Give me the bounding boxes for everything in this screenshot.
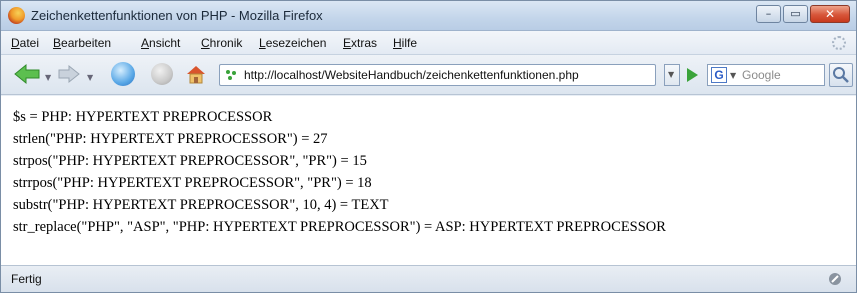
title-bar[interactable]: Zeichenkettenfunktionen von PHP - Mozill… — [1, 1, 856, 31]
menu-chronik[interactable]: Chronik — [201, 36, 242, 50]
menu-datei[interactable]: Datei — [11, 36, 39, 50]
menu-hilfe-label: ilfe — [401, 36, 418, 50]
menu-datei-accesskey: D — [11, 36, 20, 50]
menu-hilfe[interactable]: Hilfe — [393, 36, 417, 50]
search-button[interactable] — [829, 63, 853, 87]
magnifier-icon — [833, 67, 849, 83]
forward-arrow-icon[interactable] — [57, 63, 81, 85]
google-engine-icon[interactable]: G — [711, 67, 727, 83]
output-line: str_replace("PHP", "ASP", "PHP: HYPERTEX… — [13, 219, 666, 235]
output-line: strpos("PHP: HYPERTEXT PREPROCESSOR", "P… — [13, 153, 367, 169]
back-arrow-icon[interactable] — [13, 63, 41, 85]
menu-lesezeichen-label: esezeichen — [265, 36, 327, 50]
output-line: strrpos("PHP: HYPERTEXT PREPROCESSOR", "… — [13, 175, 372, 191]
back-history-dropdown-icon[interactable]: ▼ — [45, 73, 51, 82]
menu-lesezeichen-accesskey: L — [259, 36, 266, 50]
output-line: $s = PHP: HYPERTEXT PREPROCESSOR — [13, 109, 273, 125]
navigation-toolbar: ▼ ▼ http://localhost/WebsiteHandbuch/zei… — [1, 55, 856, 95]
menu-bar: Datei Bearbeiten Ansicht Chronik Lesezei… — [1, 31, 856, 55]
window-title: Zeichenkettenfunktionen von PHP - Mozill… — [31, 8, 323, 23]
firefox-logo-icon — [8, 7, 25, 24]
activity-throbber-icon — [832, 36, 846, 50]
menu-lesezeichen[interactable]: Lesezeichen — [259, 36, 326, 50]
minimize-button[interactable]: – — [756, 5, 781, 23]
menu-hilfe-accesskey: H — [393, 36, 402, 50]
menu-chronik-label: hronik — [209, 36, 243, 50]
menu-ansicht-accesskey: A — [141, 36, 150, 50]
minimize-icon: – — [765, 7, 772, 20]
search-bar[interactable]: G ▼ Google — [707, 64, 825, 86]
maximize-icon: ▭ — [790, 7, 801, 20]
output-line: substr("PHP: HYPERTEXT PREPROCESSOR", 10… — [13, 197, 389, 213]
site-favicon-icon — [226, 70, 236, 80]
browser-window: Zeichenkettenfunktionen von PHP - Mozill… — [0, 0, 857, 293]
go-button[interactable] — [687, 68, 698, 82]
engine-dropdown-icon[interactable]: ▼ — [730, 71, 736, 80]
close-icon: ✕ — [824, 7, 836, 21]
menu-bearbeiten-label: earbeiten — [61, 36, 112, 50]
url-text: http://localhost/WebsiteHandbuch/zeichen… — [244, 68, 579, 82]
chevron-down-icon: ▼ — [668, 70, 675, 79]
menu-bearbeiten[interactable]: Bearbeiten — [53, 36, 111, 50]
forward-history-dropdown-icon[interactable]: ▼ — [87, 73, 93, 82]
reload-icon[interactable] — [111, 62, 135, 86]
window-controls: – ▭ ✕ — [754, 5, 850, 25]
menu-ansicht[interactable]: Ansicht — [141, 36, 180, 50]
search-placeholder: Google — [742, 68, 781, 82]
home-icon[interactable] — [185, 63, 207, 85]
menu-extras[interactable]: Extras — [343, 36, 377, 50]
output-line: strlen("PHP: HYPERTEXT PREPROCESSOR") = … — [13, 131, 328, 147]
maximize-button[interactable]: ▭ — [783, 5, 808, 23]
menu-datei-label: atei — [19, 36, 40, 50]
menu-chronik-accesskey: C — [201, 36, 210, 50]
url-history-dropdown-button[interactable]: ▼ — [664, 64, 680, 86]
menu-ansicht-label: nsicht — [149, 36, 181, 50]
status-bar: Fertig — [1, 265, 856, 292]
menu-extras-accesskey: E — [343, 36, 352, 50]
status-indicator-icon[interactable] — [828, 272, 842, 286]
page-content: $s = PHP: HYPERTEXT PREPROCESSOR strlen(… — [1, 96, 856, 265]
menu-bearbeiten-accesskey: B — [53, 36, 62, 50]
stop-icon[interactable] — [151, 63, 173, 85]
menu-extras-label: xtras — [351, 36, 378, 50]
close-button[interactable]: ✕ — [810, 5, 850, 23]
address-bar[interactable]: http://localhost/WebsiteHandbuch/zeichen… — [219, 64, 656, 86]
status-text: Fertig — [11, 272, 42, 286]
